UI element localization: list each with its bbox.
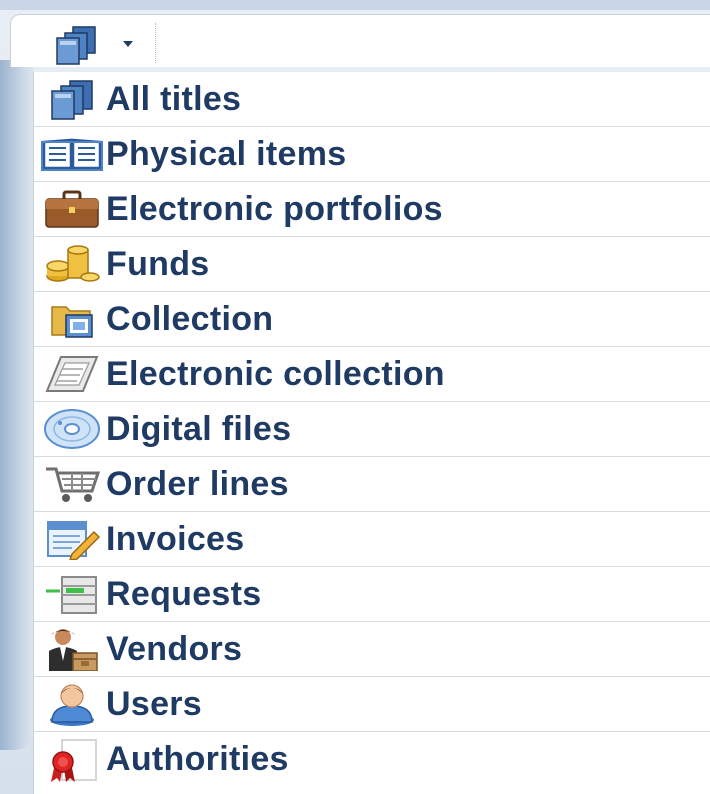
- menu-item-label: Funds: [106, 244, 210, 283]
- disc-icon: [40, 407, 104, 451]
- menu-item-digital-files[interactable]: Digital files: [34, 402, 710, 457]
- backdrop-topbar: [0, 0, 710, 10]
- menu-item-vendors[interactable]: Vendors: [34, 622, 710, 677]
- shopping-cart-icon: [40, 462, 104, 506]
- menu-item-collection[interactable]: Collection: [34, 292, 710, 347]
- menu-item-label: Requests: [106, 574, 262, 613]
- electronic-collection-icon: [40, 352, 104, 396]
- user-icon: [40, 682, 104, 726]
- menu-item-label: Electronic portfolios: [106, 189, 443, 228]
- invoice-pencil-icon: [40, 517, 104, 561]
- menu-item-requests[interactable]: Requests: [34, 567, 710, 622]
- coins-icon: [40, 242, 104, 286]
- menu-item-order-lines[interactable]: Order lines: [34, 457, 710, 512]
- stacked-books-icon: [51, 25, 105, 70]
- chevron-down-icon: [123, 41, 133, 47]
- menu-item-users[interactable]: Users: [34, 677, 710, 732]
- menu-item-electronic-portfolios[interactable]: Electronic portfolios: [34, 182, 710, 237]
- folder-icon: [40, 297, 104, 341]
- menu-item-all-titles[interactable]: All titles: [34, 72, 710, 127]
- menu-item-electronic-collection[interactable]: Electronic collection: [34, 347, 710, 402]
- menu-item-label: Users: [106, 684, 203, 723]
- search-type-combo[interactable]: [10, 14, 710, 67]
- briefcase-icon: [40, 187, 104, 231]
- menu-item-label: Electronic collection: [106, 354, 445, 393]
- search-type-menu: All titles Physical items Electronic por…: [33, 72, 710, 794]
- menu-item-label: Vendors: [106, 629, 243, 668]
- requests-icon: [40, 572, 104, 616]
- vendor-icon: [40, 627, 104, 671]
- menu-item-invoices[interactable]: Invoices: [34, 512, 710, 567]
- menu-item-label: Invoices: [106, 519, 245, 558]
- menu-item-label: Physical items: [106, 134, 347, 173]
- menu-item-label: All titles: [106, 79, 242, 118]
- menu-item-label: Order lines: [106, 464, 289, 503]
- menu-item-funds[interactable]: Funds: [34, 237, 710, 292]
- menu-item-label: Collection: [106, 299, 274, 338]
- search-type-dropdown-button[interactable]: [35, 23, 156, 65]
- ribbon-icon: [40, 738, 104, 782]
- menu-item-authorities[interactable]: Authorities: [34, 732, 710, 787]
- backdrop-side-panel: [0, 60, 34, 750]
- menu-item-label: Authorities: [106, 740, 289, 778]
- menu-item-physical-items[interactable]: Physical items: [34, 127, 710, 182]
- open-book-icon: [40, 132, 104, 176]
- stacked-books-icon: [40, 77, 104, 121]
- menu-item-label: Digital files: [106, 409, 292, 448]
